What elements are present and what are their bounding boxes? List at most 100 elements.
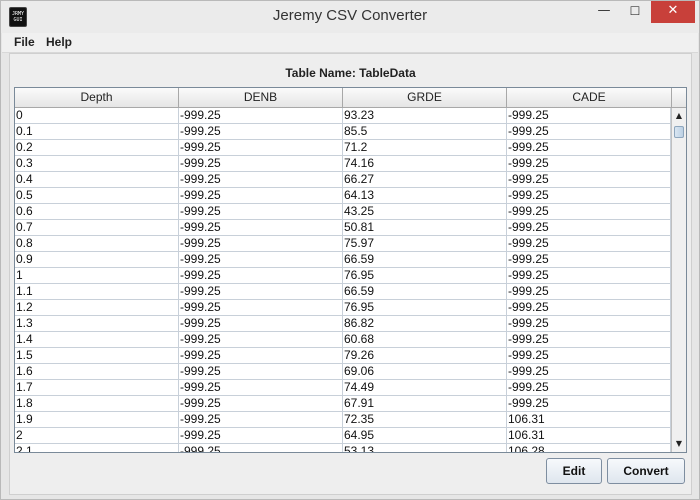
column-header-cade[interactable]: CADE — [507, 88, 671, 108]
table-row[interactable]: 1.9 -999.25 72.35 106.31 — [15, 412, 671, 428]
table-cell[interactable]: -999.25 — [179, 172, 343, 188]
table-cell[interactable]: -999.25 — [507, 268, 671, 284]
table-row[interactable]: 0.7 -999.25 50.81 -999.25 — [15, 220, 671, 236]
convert-button[interactable]: Convert — [607, 458, 685, 484]
table-cell[interactable]: -999.25 — [179, 124, 343, 140]
table-cell[interactable]: -999.25 — [179, 316, 343, 332]
table-cell[interactable]: -999.25 — [179, 380, 343, 396]
table-cell[interactable]: 1.1 — [15, 284, 179, 300]
table-cell[interactable]: 64.95 — [343, 428, 507, 444]
table-cell[interactable]: 72.35 — [343, 412, 507, 428]
table-row[interactable]: 1.5 -999.25 79.26 -999.25 — [15, 348, 671, 364]
table-cell[interactable]: -999.25 — [507, 380, 671, 396]
table-cell[interactable]: -999.25 — [179, 140, 343, 156]
table-cell[interactable]: 66.59 — [343, 284, 507, 300]
table-cell[interactable]: -999.25 — [507, 108, 671, 124]
table-cell[interactable]: 53.13 — [343, 444, 507, 452]
table-row[interactable]: 1.3 -999.25 86.82 -999.25 — [15, 316, 671, 332]
minimize-button[interactable]: — — [589, 1, 619, 23]
table-cell[interactable]: 79.26 — [343, 348, 507, 364]
table-cell[interactable]: -999.25 — [507, 284, 671, 300]
table-cell[interactable]: -999.25 — [179, 188, 343, 204]
table-cell[interactable]: -999.25 — [179, 108, 343, 124]
table-cell[interactable]: -999.25 — [179, 364, 343, 380]
table-cell[interactable]: -999.25 — [507, 220, 671, 236]
table-cell[interactable]: 0.3 — [15, 156, 179, 172]
table-cell[interactable]: 1.9 — [15, 412, 179, 428]
table-cell[interactable]: -999.25 — [179, 332, 343, 348]
table-cell[interactable]: 60.68 — [343, 332, 507, 348]
table-row[interactable]: 0.3 -999.25 74.16 -999.25 — [15, 156, 671, 172]
scrollbar-thumb[interactable] — [674, 126, 684, 138]
table-row[interactable]: 1 -999.25 76.95 -999.25 — [15, 268, 671, 284]
table-cell[interactable]: 75.97 — [343, 236, 507, 252]
close-button[interactable]: ✕ — [651, 1, 695, 23]
table-cell[interactable]: -999.25 — [179, 396, 343, 412]
table-cell[interactable]: 1.5 — [15, 348, 179, 364]
table-cell[interactable]: -999.25 — [507, 204, 671, 220]
table-cell[interactable]: 0.5 — [15, 188, 179, 204]
table-cell[interactable]: -999.25 — [179, 300, 343, 316]
table-row[interactable]: 0 -999.25 93.23 -999.25 — [15, 108, 671, 124]
table-row[interactable]: 2.1 -999.25 53.13 106.28 — [15, 444, 671, 452]
table-row[interactable]: 0.5 -999.25 64.13 -999.25 — [15, 188, 671, 204]
menu-file[interactable]: File — [14, 35, 35, 49]
table-cell[interactable]: 106.28 — [507, 444, 671, 452]
table-cell[interactable]: 0.7 — [15, 220, 179, 236]
table-row[interactable]: 0.2 -999.25 71.2 -999.25 — [15, 140, 671, 156]
table-cell[interactable]: -999.25 — [179, 204, 343, 220]
table-row[interactable]: 1.8 -999.25 67.91 -999.25 — [15, 396, 671, 412]
table-cell[interactable]: 66.27 — [343, 172, 507, 188]
table-row[interactable]: 0.8 -999.25 75.97 -999.25 — [15, 236, 671, 252]
table-cell[interactable]: 0 — [15, 108, 179, 124]
table-cell[interactable]: 67.91 — [343, 396, 507, 412]
table-cell[interactable]: -999.25 — [507, 300, 671, 316]
table-cell[interactable]: 43.25 — [343, 204, 507, 220]
table-cell[interactable]: 0.9 — [15, 252, 179, 268]
table-cell[interactable]: -999.25 — [507, 140, 671, 156]
table-cell[interactable]: -999.25 — [507, 364, 671, 380]
table-cell[interactable]: 66.59 — [343, 252, 507, 268]
table-cell[interactable]: 0.1 — [15, 124, 179, 140]
table-cell[interactable]: 2.1 — [15, 444, 179, 452]
table-cell[interactable]: 1.6 — [15, 364, 179, 380]
table-row[interactable]: 1.1 -999.25 66.59 -999.25 — [15, 284, 671, 300]
table-cell[interactable]: 76.95 — [343, 300, 507, 316]
table-cell[interactable]: -999.25 — [507, 124, 671, 140]
menu-help[interactable]: Help — [46, 35, 72, 49]
table-cell[interactable]: 0.8 — [15, 236, 179, 252]
table-row[interactable]: 0.1 -999.25 85.5 -999.25 — [15, 124, 671, 140]
table-cell[interactable]: 2 — [15, 428, 179, 444]
table-cell[interactable]: 1.3 — [15, 316, 179, 332]
table-cell[interactable]: 106.31 — [507, 412, 671, 428]
table-cell[interactable]: -999.25 — [179, 428, 343, 444]
table-cell[interactable]: 86.82 — [343, 316, 507, 332]
table-cell[interactable]: -999.25 — [507, 172, 671, 188]
table-cell[interactable]: -999.25 — [179, 284, 343, 300]
scroll-down-button[interactable]: ▼ — [672, 436, 686, 452]
table-cell[interactable]: -999.25 — [507, 348, 671, 364]
table-cell[interactable]: 1.4 — [15, 332, 179, 348]
table-cell[interactable]: -999.25 — [507, 188, 671, 204]
table-row[interactable]: 2 -999.25 64.95 106.31 — [15, 428, 671, 444]
table-cell[interactable]: 69.06 — [343, 364, 507, 380]
table-cell[interactable]: -999.25 — [507, 156, 671, 172]
table-cell[interactable]: 74.49 — [343, 380, 507, 396]
table-cell[interactable]: -999.25 — [179, 156, 343, 172]
edit-button[interactable]: Edit — [546, 458, 602, 484]
column-header-depth[interactable]: Depth — [15, 88, 179, 108]
table-row[interactable]: 1.4 -999.25 60.68 -999.25 — [15, 332, 671, 348]
table-cell[interactable]: -999.25 — [507, 332, 671, 348]
table-row[interactable]: 0.6 -999.25 43.25 -999.25 — [15, 204, 671, 220]
title-bar[interactable]: JRMY GUI Jeremy CSV Converter — ☐ ✕ — [1, 1, 699, 33]
table-cell[interactable]: 76.95 — [343, 268, 507, 284]
table-cell[interactable]: -999.25 — [179, 348, 343, 364]
table-cell[interactable]: 1.7 — [15, 380, 179, 396]
table-cell[interactable]: 93.23 — [343, 108, 507, 124]
table-cell[interactable]: 1.8 — [15, 396, 179, 412]
table-cell[interactable]: 0.4 — [15, 172, 179, 188]
table-cell[interactable]: 71.2 — [343, 140, 507, 156]
column-header-grde[interactable]: GRDE — [343, 88, 507, 108]
table-cell[interactable]: -999.25 — [507, 396, 671, 412]
table-row[interactable]: 0.4 -999.25 66.27 -999.25 — [15, 172, 671, 188]
